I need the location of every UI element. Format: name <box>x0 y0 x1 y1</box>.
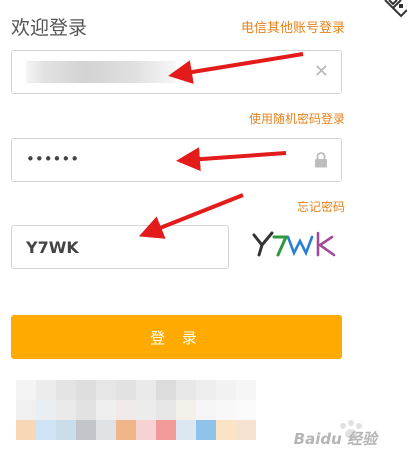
phone-input[interactable]: ✕ <box>11 50 342 94</box>
login-button[interactable]: 登 录 <box>11 315 342 359</box>
captcha-value: Y7WK <box>26 238 79 257</box>
clear-icon[interactable]: ✕ <box>314 61 329 83</box>
page-title: 欢迎登录 <box>11 17 88 39</box>
password-value: •••••• <box>26 150 80 168</box>
other-account-login-link[interactable]: 电信其他账号登录 <box>241 17 345 36</box>
captcha-input[interactable]: Y7WK <box>11 225 229 269</box>
qr-code-corner-icon[interactable] <box>379 0 407 18</box>
captcha-image[interactable] <box>248 225 340 261</box>
redacted-content-row-3 <box>16 420 256 440</box>
random-password-login-link[interactable]: 使用随机密码登录 <box>249 110 345 127</box>
redacted-content-row-2 <box>16 400 256 420</box>
password-input[interactable]: •••••• <box>11 138 342 182</box>
lock-icon <box>315 152 327 168</box>
forgot-password-link[interactable]: 忘记密码 <box>297 198 345 215</box>
redacted-content-row-1 <box>16 380 256 400</box>
baidu-jingyan-watermark: Baidu 经验 <box>293 430 377 448</box>
redacted-phone-number <box>26 61 176 83</box>
